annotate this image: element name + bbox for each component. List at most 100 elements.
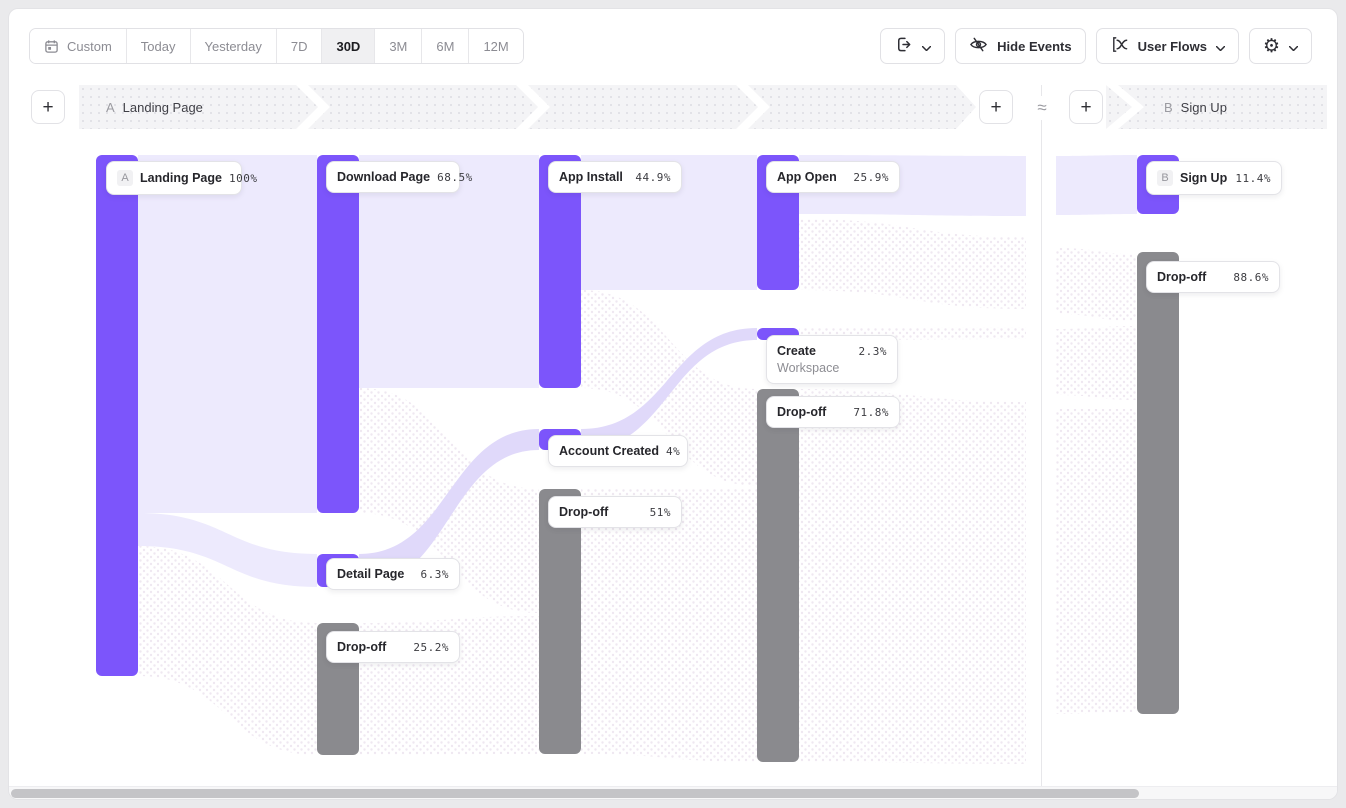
node-label-detail-page[interactable]: Detail Page 6.3% xyxy=(326,558,460,590)
add-step-before-a-button[interactable]: + xyxy=(31,90,65,124)
node-name: Account Created xyxy=(559,444,659,458)
node-name: App Install xyxy=(559,170,623,184)
step-badge: B xyxy=(1157,170,1173,186)
section-a-strip[interactable]: A Landing Page xyxy=(79,85,976,129)
user-flows-panel: ALanding Page100%Download Page68.5%Detai… xyxy=(8,8,1338,800)
view-mode-label: User Flows xyxy=(1138,39,1207,54)
flow-section-b-to-drop-off-sign-up[interactable] xyxy=(1056,409,1137,714)
node-bar-drop-off-step-4[interactable] xyxy=(757,389,799,762)
chevron-down-icon xyxy=(1216,39,1225,54)
date-range-today[interactable]: Today xyxy=(127,29,191,63)
add-step-before-b-button[interactable]: + xyxy=(1069,90,1103,124)
horizontal-scrollbar-thumb[interactable] xyxy=(11,789,1139,798)
node-name: Landing Page xyxy=(140,171,222,185)
gear-icon: ⚙ xyxy=(1263,37,1280,56)
section-b-badge: B xyxy=(1164,100,1173,115)
node-label-app-install[interactable]: App Install 44.9% xyxy=(548,161,682,193)
date-range-custom[interactable]: Custom xyxy=(30,29,127,63)
step-badge: A xyxy=(117,170,133,186)
node-name-line2: Workspace xyxy=(777,361,887,375)
view-mode-button[interactable]: User Flows xyxy=(1096,28,1239,64)
flow-drop-off-step-4-to-section-b-dropoff[interactable] xyxy=(799,389,1026,764)
node-label-drop-off-step-3[interactable]: Drop-off 51% xyxy=(548,496,682,528)
date-range-label: 12M xyxy=(483,39,508,54)
node-label-sign-up[interactable]: B Sign Up 11.4% xyxy=(1146,161,1282,195)
node-label-download-page[interactable]: Download Page68.5% xyxy=(326,161,460,193)
flow-section-b-to-drop-off-sign-up[interactable] xyxy=(1056,326,1137,400)
chevron-down-icon xyxy=(922,39,931,54)
section-b-strip[interactable]: B Sign Up xyxy=(1118,85,1327,129)
flow-landing-page-to-download-page[interactable] xyxy=(138,155,317,513)
export-button[interactable] xyxy=(880,28,945,64)
eye-off-icon xyxy=(969,35,988,57)
flow-app-open-to-section-b-dropoff[interactable] xyxy=(799,219,1026,309)
horizontal-scrollbar-track[interactable] xyxy=(9,786,1337,799)
node-name: App Open xyxy=(777,170,837,184)
node-percent: 6.3% xyxy=(421,568,450,581)
date-range-label: Today xyxy=(141,39,176,54)
node-label-account-created[interactable]: Account Created 4% xyxy=(548,435,688,467)
node-name: Drop-off xyxy=(777,405,826,419)
node-percent: 11.4% xyxy=(1235,172,1271,185)
date-range-12m[interactable]: 12M xyxy=(469,29,522,63)
node-percent: 68.5% xyxy=(437,171,473,184)
node-name: Detail Page xyxy=(337,567,404,581)
flow-section-b-to-drop-off-sign-up[interactable] xyxy=(1056,248,1137,321)
node-bar-download-page[interactable] xyxy=(317,155,359,513)
date-range-label: 6M xyxy=(436,39,454,54)
node-name: Drop-off xyxy=(337,640,386,654)
node-percent: 88.6% xyxy=(1233,271,1269,284)
node-name: Drop-off xyxy=(1157,270,1206,284)
calendar-icon xyxy=(44,39,59,54)
settings-button[interactable]: ⚙ xyxy=(1249,28,1312,64)
export-icon xyxy=(894,35,913,57)
date-range-yesterday[interactable]: Yesterday xyxy=(191,29,277,63)
node-percent: 51% xyxy=(650,506,671,519)
step-separator-chevron xyxy=(516,85,550,129)
add-step-after-a-button[interactable]: + xyxy=(979,90,1013,124)
hide-events-button[interactable]: Hide Events xyxy=(955,28,1085,64)
step-separator-chevron xyxy=(296,85,330,129)
node-label-drop-off-sign-up[interactable]: Drop-off 88.6% xyxy=(1146,261,1280,293)
toolbar: Custom Today Yesterday 7D 30D 3M 6M 12M xyxy=(9,28,1337,64)
flow-section-b-to-sign-up[interactable] xyxy=(1056,155,1137,215)
node-percent: 25.9% xyxy=(853,171,889,184)
node-percent: 25.2% xyxy=(413,641,449,654)
node-label-drop-off-step-2[interactable]: Drop-off 25.2% xyxy=(326,631,460,663)
flow-step-header: + A Landing Page + ≈ + B Sign Up xyxy=(9,85,1337,129)
node-percent: 44.9% xyxy=(635,171,671,184)
node-label-app-open[interactable]: App Open 25.9% xyxy=(766,161,900,193)
section-connector: ≈ xyxy=(1031,96,1053,120)
date-range-label: Yesterday xyxy=(205,39,262,54)
node-label-create-workspace[interactable]: Create 2.3% Workspace xyxy=(766,335,898,384)
chevron-down-icon xyxy=(1289,39,1298,54)
node-name: Create xyxy=(777,344,816,358)
node-percent: 71.8% xyxy=(853,406,889,419)
flow-drop-off-step-3-to-drop-off-step-4[interactable] xyxy=(581,489,757,762)
node-name: Drop-off xyxy=(559,505,608,519)
toolbar-right: Hide Events User Flows ⚙ xyxy=(880,28,1312,64)
node-label-landing-page[interactable]: ALanding Page100% xyxy=(106,161,242,195)
section-a-label: Landing Page xyxy=(123,100,203,115)
node-bar-drop-off-sign-up[interactable] xyxy=(1137,252,1179,714)
date-range-30d[interactable]: 30D xyxy=(322,29,375,63)
node-name: Download Page xyxy=(337,170,430,184)
date-range-label: 7D xyxy=(291,39,308,54)
section-divider xyxy=(1041,85,1042,789)
node-bar-drop-off-step-3[interactable] xyxy=(539,489,581,754)
section-a-badge: A xyxy=(106,100,115,115)
node-bar-landing-page[interactable] xyxy=(96,155,138,676)
date-range-3m[interactable]: 3M xyxy=(375,29,422,63)
date-range-label: 30D xyxy=(336,39,360,54)
date-range-6m[interactable]: 6M xyxy=(422,29,469,63)
node-name: Sign Up xyxy=(1180,171,1227,185)
date-range-selector: Custom Today Yesterday 7D 30D 3M 6M 12M xyxy=(29,28,524,64)
node-percent: 2.3% xyxy=(859,345,888,358)
node-percent: 4% xyxy=(666,445,680,458)
node-label-drop-off-step-4[interactable]: Drop-off 71.8% xyxy=(766,396,900,428)
step-separator-chevron xyxy=(736,85,770,129)
date-range-label: 3M xyxy=(389,39,407,54)
date-range-7d[interactable]: 7D xyxy=(277,29,323,63)
section-b-label: Sign Up xyxy=(1181,100,1227,115)
date-range-label: Custom xyxy=(67,39,112,54)
